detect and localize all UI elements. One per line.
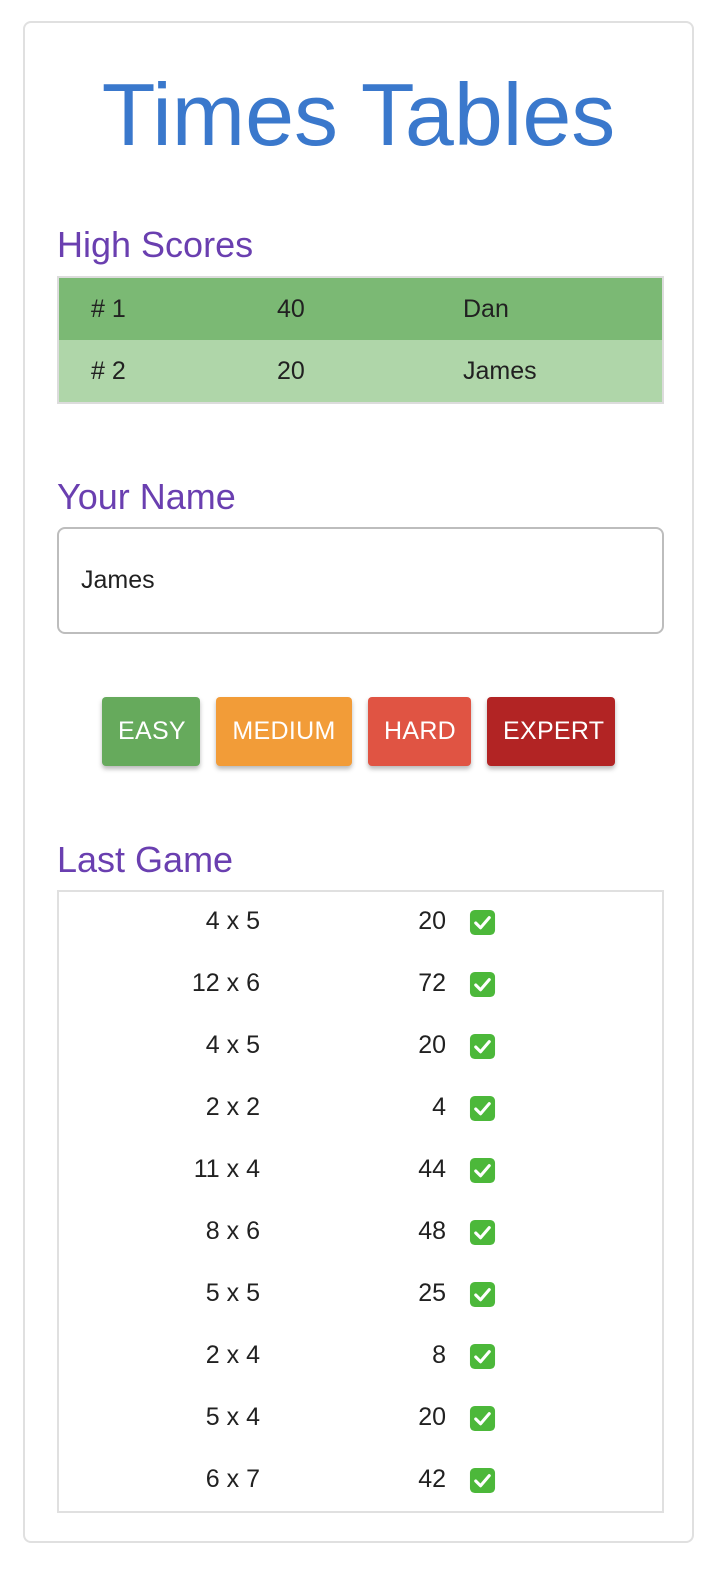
- answer-text: 4: [432, 1093, 446, 1121]
- last-game-row: 12 x 6 72: [59, 954, 662, 1016]
- answer-text: 20: [418, 907, 446, 935]
- check-icon: [469, 1033, 496, 1060]
- score-value: 20: [277, 356, 305, 385]
- your-name-heading: Your Name: [57, 476, 236, 517]
- medium-button[interactable]: MEDIUM: [216, 697, 352, 766]
- check-icon: [469, 1343, 496, 1370]
- high-scores-heading: High Scores: [57, 224, 254, 265]
- answer-text: 72: [418, 969, 446, 997]
- question-text: 8 x 6: [205, 1217, 260, 1245]
- answer-text: 25: [418, 1279, 446, 1307]
- high-scores-table: # 1 40 Dan # 2 20 James: [57, 276, 664, 404]
- score-row: # 1 40 Dan: [59, 278, 662, 340]
- difficulty-buttons: EASY MEDIUM HARD EXPERT: [25, 697, 692, 766]
- last-game-heading: Last Game: [57, 839, 234, 880]
- score-name: James: [463, 356, 537, 385]
- score-rank: # 2: [91, 356, 126, 385]
- answer-text: 20: [418, 1031, 446, 1059]
- question-text: 11 x 4: [193, 1155, 260, 1183]
- answer-text: 48: [418, 1217, 446, 1245]
- score-value: 40: [277, 294, 305, 323]
- easy-button[interactable]: EASY: [102, 697, 200, 766]
- last-game-row: 5 x 4 20: [59, 1388, 662, 1450]
- check-icon: [469, 971, 496, 998]
- answer-text: 8: [432, 1341, 446, 1369]
- last-game-table: 4 x 5 20 12 x 6 72 4 x 5 20 2 x 2 4 11 x 4 44 8 x …: [57, 890, 664, 1513]
- last-game-row: 5 x 5 25: [59, 1264, 662, 1326]
- check-icon: [469, 1095, 496, 1122]
- check-icon: [469, 1219, 496, 1246]
- question-text: 5 x 5: [205, 1279, 260, 1307]
- last-game-row: 4 x 5 20: [59, 1016, 662, 1078]
- answer-text: 20: [418, 1403, 446, 1431]
- last-game-row: 2 x 4 8: [59, 1326, 662, 1388]
- check-icon: [469, 1467, 496, 1494]
- question-text: 2 x 4: [205, 1341, 260, 1369]
- question-text: 12 x 6: [191, 969, 260, 997]
- answer-text: 44: [418, 1155, 446, 1183]
- last-game-row: 11 x 4 44: [59, 1140, 662, 1202]
- score-rank: # 1: [91, 294, 126, 323]
- question-text: 2 x 2: [205, 1093, 260, 1121]
- check-icon: [469, 1405, 496, 1432]
- name-input[interactable]: [57, 527, 664, 634]
- question-text: 5 x 4: [205, 1403, 260, 1431]
- question-text: 4 x 5: [205, 907, 260, 935]
- score-row: # 2 20 James: [59, 340, 662, 402]
- last-game-row: 8 x 6 48: [59, 1202, 662, 1264]
- question-text: 4 x 5: [205, 1031, 260, 1059]
- last-game-row: 4 x 5 20: [59, 892, 662, 954]
- check-icon: [469, 909, 496, 936]
- answer-text: 42: [418, 1465, 446, 1493]
- last-game-row: 6 x 7 42: [59, 1450, 662, 1512]
- check-icon: [469, 1157, 496, 1184]
- main-card: Times Tables High Scores # 1 40 Dan # 2 …: [23, 21, 694, 1543]
- check-icon: [469, 1281, 496, 1308]
- hard-button[interactable]: HARD: [368, 697, 471, 766]
- expert-button[interactable]: EXPERT: [487, 697, 615, 766]
- last-game-row: 2 x 2 4: [59, 1078, 662, 1140]
- score-name: Dan: [463, 294, 509, 323]
- app-title: Times Tables: [101, 65, 616, 164]
- question-text: 6 x 7: [205, 1465, 260, 1493]
